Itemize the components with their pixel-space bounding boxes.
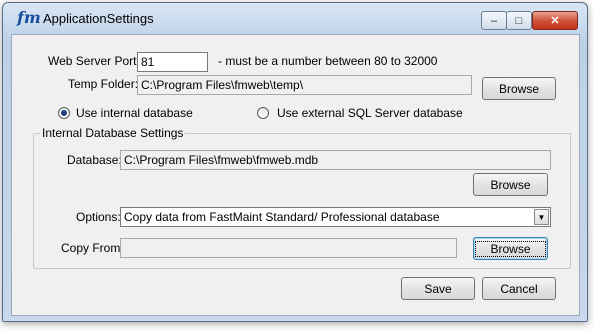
internal-database-radio[interactable] xyxy=(58,107,70,119)
database-browse-button[interactable]: Browse xyxy=(473,173,548,196)
window-title: ApplicationSettings xyxy=(43,11,154,26)
copy-from-field[interactable] xyxy=(120,238,457,258)
close-button[interactable]: ✕ xyxy=(532,11,578,30)
database-path-field[interactable]: C:\Program Files\fmweb\fmweb.mdb xyxy=(120,150,551,170)
internal-database-group-title: Internal Database Settings xyxy=(40,126,186,140)
temp-folder-browse-button[interactable]: Browse xyxy=(482,77,556,100)
maximize-button[interactable]: □ xyxy=(506,11,532,30)
settings-window: fm ApplicationSettings – □ ✕ Web Server … xyxy=(2,2,588,322)
chevron-down-icon[interactable]: ▼ xyxy=(534,209,549,225)
web-server-port-label: Web Server Port: xyxy=(48,54,140,68)
cancel-button[interactable]: Cancel xyxy=(482,277,556,300)
title-bar[interactable]: fm ApplicationSettings – □ ✕ xyxy=(3,3,587,33)
temp-folder-field[interactable]: C:\Program Files\fmweb\temp\ xyxy=(137,75,472,95)
database-label: Database: xyxy=(67,153,122,167)
app-logo-icon: fm xyxy=(17,8,41,27)
dialog-body: Web Server Port: 81 - must be a number b… xyxy=(11,34,580,316)
save-button[interactable]: Save xyxy=(401,277,475,300)
options-label: Options: xyxy=(76,210,121,224)
copy-from-browse-label: Browse xyxy=(475,240,546,257)
minimize-icon: – xyxy=(490,14,498,27)
options-selected-value: Copy data from FastMaint Standard/ Profe… xyxy=(124,210,440,224)
internal-database-label[interactable]: Use internal database xyxy=(76,106,193,120)
web-server-port-hint: - must be a number between 80 to 32000 xyxy=(218,54,438,68)
options-dropdown[interactable]: Copy data from FastMaint Standard/ Profe… xyxy=(120,207,551,227)
external-database-radio[interactable] xyxy=(257,107,269,119)
close-icon: ✕ xyxy=(550,15,560,27)
external-database-label[interactable]: Use external SQL Server database xyxy=(277,106,463,120)
copy-from-label: Copy From: xyxy=(61,241,124,255)
temp-folder-label: Temp Folder: xyxy=(68,77,139,91)
minimize-button[interactable]: – xyxy=(481,11,507,30)
copy-from-browse-button[interactable]: Browse xyxy=(473,237,548,260)
web-server-port-input[interactable]: 81 xyxy=(137,52,208,72)
maximize-icon: □ xyxy=(515,14,523,27)
